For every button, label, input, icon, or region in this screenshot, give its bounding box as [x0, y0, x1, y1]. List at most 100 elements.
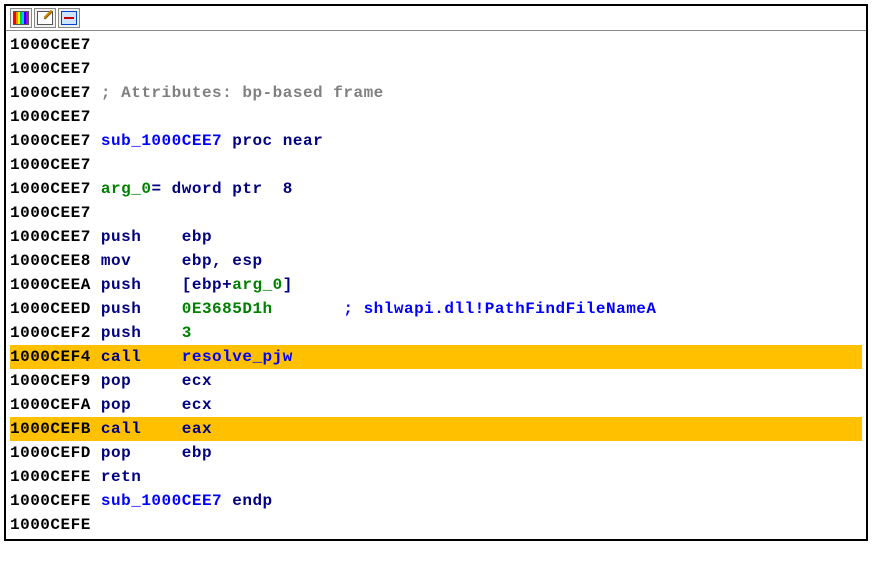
- address-column: 1000CEE7: [10, 33, 91, 57]
- asm-line[interactable]: 1000CEE7: [10, 105, 862, 129]
- asm-line[interactable]: 1000CEE7: [10, 57, 862, 81]
- asm-line[interactable]: 1000CEED push 0E3685D1h ; shlwapi.dll!Pa…: [10, 297, 862, 321]
- gap: [91, 489, 101, 513]
- asm-token: ecx: [182, 393, 212, 417]
- asm-line[interactable]: 1000CEFD pop ebp: [10, 441, 862, 465]
- asm-token: dword ptr 8: [172, 177, 293, 201]
- gap: [91, 345, 101, 369]
- asm-token: =: [151, 177, 171, 201]
- asm-line[interactable]: 1000CEE7: [10, 153, 862, 177]
- asm-token: [: [182, 273, 192, 297]
- address-column: 1000CEE7: [10, 81, 91, 105]
- asm-token: push: [101, 225, 182, 249]
- asm-token: proc near: [232, 129, 323, 153]
- asm-line[interactable]: 1000CEE7: [10, 201, 862, 225]
- gap: [91, 129, 101, 153]
- toolbar: [6, 6, 866, 31]
- asm-token: 3: [182, 321, 192, 345]
- asm-token: ebp: [182, 225, 212, 249]
- asm-line[interactable]: 1000CEE7 ; Attributes: bp-based frame: [10, 81, 862, 105]
- asm-line[interactable]: 1000CEF4 call resolve_pjw: [10, 345, 862, 369]
- gap: [91, 81, 101, 105]
- disassembly-listing[interactable]: 1000CEE71000CEE71000CEE7 ; Attributes: b…: [6, 31, 866, 539]
- address-column: 1000CEFE: [10, 489, 91, 513]
- asm-line[interactable]: 1000CEF2 push 3: [10, 321, 862, 345]
- address-column: 1000CEFB: [10, 417, 91, 441]
- asm-token: sub_1000CEE7: [101, 489, 232, 513]
- asm-line[interactable]: 1000CEFE: [10, 513, 862, 537]
- address-column: 1000CEE8: [10, 249, 91, 273]
- address-column: 1000CEFE: [10, 465, 91, 489]
- address-column: 1000CEF2: [10, 321, 91, 345]
- gap: [91, 465, 101, 489]
- asm-token: push: [101, 321, 182, 345]
- asm-token: mov: [101, 249, 182, 273]
- address-column: 1000CEEA: [10, 273, 91, 297]
- gap: [91, 177, 101, 201]
- asm-line[interactable]: 1000CEE7 push ebp: [10, 225, 862, 249]
- asm-token: push: [101, 297, 182, 321]
- asm-token: call: [101, 417, 182, 441]
- asm-token: eax: [182, 417, 212, 441]
- toolbar-colors-button[interactable]: [10, 8, 32, 28]
- asm-token: pop: [101, 393, 182, 417]
- disassembly-window: 1000CEE71000CEE71000CEE7 ; Attributes: b…: [4, 4, 868, 541]
- address-column: 1000CEE7: [10, 129, 91, 153]
- toolbar-edit-button[interactable]: [34, 8, 56, 28]
- gap: [91, 321, 101, 345]
- asm-token: pop: [101, 441, 182, 465]
- asm-line[interactable]: 1000CEE8 mov ebp, esp: [10, 249, 862, 273]
- asm-line[interactable]: 1000CEE7 arg_0= dword ptr 8: [10, 177, 862, 201]
- asm-token: ebp: [182, 249, 212, 273]
- asm-token: push: [101, 273, 182, 297]
- gap: [91, 393, 101, 417]
- asm-line[interactable]: 1000CEF9 pop ecx: [10, 369, 862, 393]
- gap: [91, 441, 101, 465]
- address-column: 1000CEF4: [10, 345, 91, 369]
- address-column: 1000CEFD: [10, 441, 91, 465]
- asm-token: arg_0: [101, 177, 152, 201]
- address-column: 1000CEF9: [10, 369, 91, 393]
- gap: [91, 273, 101, 297]
- asm-token: pop: [101, 369, 182, 393]
- asm-token: ,: [212, 249, 232, 273]
- address-column: 1000CEFA: [10, 393, 91, 417]
- asm-token: endp: [232, 489, 272, 513]
- asm-line[interactable]: 1000CEFB call eax: [10, 417, 862, 441]
- asm-token: ecx: [182, 369, 212, 393]
- asm-token: retn: [101, 465, 141, 489]
- asm-line[interactable]: 1000CEE7 sub_1000CEE7 proc near: [10, 129, 862, 153]
- gap: [91, 297, 101, 321]
- edit-icon: [37, 11, 53, 25]
- asm-token: 0E3685D1h: [182, 297, 344, 321]
- address-column: 1000CEFE: [10, 513, 91, 537]
- asm-line[interactable]: 1000CEFE retn: [10, 465, 862, 489]
- asm-line[interactable]: 1000CEE7: [10, 33, 862, 57]
- address-column: 1000CEE7: [10, 105, 91, 129]
- address-column: 1000CEE7: [10, 177, 91, 201]
- asm-token: esp: [232, 249, 262, 273]
- address-column: 1000CEED: [10, 297, 91, 321]
- gap: [91, 249, 101, 273]
- asm-token: ; Attributes: bp-based frame: [101, 81, 384, 105]
- palette-icon: [13, 11, 29, 25]
- asm-token: ; shlwapi.dll!PathFindFileNameA: [343, 297, 656, 321]
- asm-line[interactable]: 1000CEEA push [ebp+arg_0]: [10, 273, 862, 297]
- asm-token: arg_0: [232, 273, 283, 297]
- address-column: 1000CEE7: [10, 153, 91, 177]
- address-column: 1000CEE7: [10, 57, 91, 81]
- gap: [91, 369, 101, 393]
- asm-token: +: [222, 273, 232, 297]
- gap: [91, 225, 101, 249]
- toolbar-graph-button[interactable]: [58, 8, 80, 28]
- address-column: 1000CEE7: [10, 201, 91, 225]
- asm-token: sub_1000CEE7: [101, 129, 232, 153]
- asm-token: ebp: [192, 273, 222, 297]
- asm-line[interactable]: 1000CEFE sub_1000CEE7 endp: [10, 489, 862, 513]
- asm-token: resolve_pjw: [182, 345, 293, 369]
- asm-token: ebp: [182, 441, 212, 465]
- gap: [91, 417, 101, 441]
- graph-icon: [61, 11, 77, 25]
- address-column: 1000CEE7: [10, 225, 91, 249]
- asm-line[interactable]: 1000CEFA pop ecx: [10, 393, 862, 417]
